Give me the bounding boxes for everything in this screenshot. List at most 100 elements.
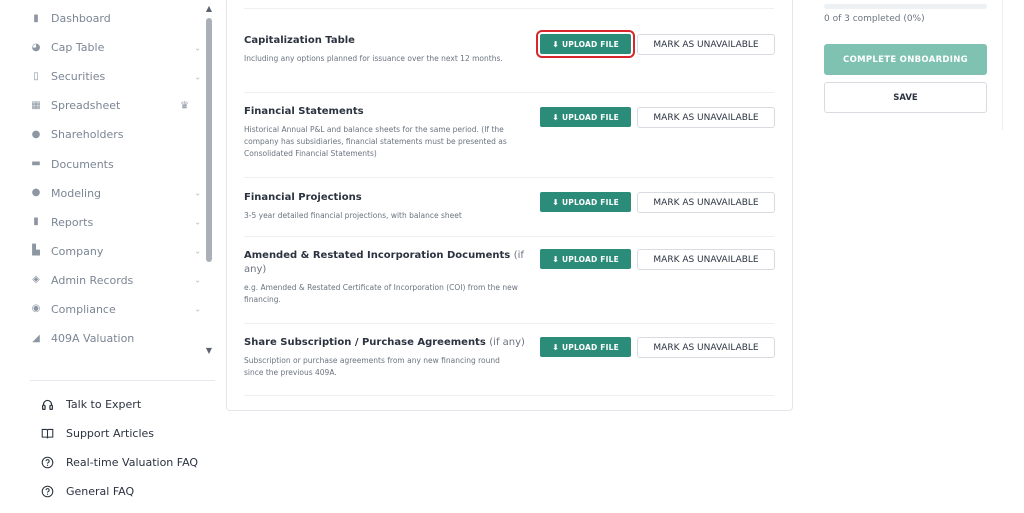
question-icon xyxy=(40,456,54,470)
upload-icon: ⬇ xyxy=(552,112,559,122)
sidebar-item-reports[interactable]: ▮ Reports ⌄ xyxy=(0,208,205,237)
mark-unavailable-button[interactable]: MARK AS UNAVAILABLE xyxy=(637,107,775,128)
chevron-down-icon: ⌄ xyxy=(194,43,201,53)
progress-bar xyxy=(824,4,987,9)
chevron-down-icon: ⌄ xyxy=(194,304,201,314)
dashboard-icon: ▮ xyxy=(33,12,39,24)
doc-row-separator-top xyxy=(244,0,774,9)
sidebar-item-shareholders[interactable]: ● Shareholders xyxy=(0,120,205,149)
sidebar-item-label: Spreadsheet xyxy=(51,99,121,113)
mark-unavailable-button[interactable]: MARK AS UNAVAILABLE xyxy=(637,192,775,213)
mark-unavailable-button[interactable]: MARK AS UNAVAILABLE xyxy=(637,34,775,55)
upload-file-button[interactable]: ⬇ UPLOAD FILE xyxy=(536,30,635,58)
sidebar-scrollbar[interactable]: ▲ ▼ xyxy=(204,4,214,356)
help-item-label: Real-time Valuation FAQ xyxy=(66,456,199,469)
building-icon: ▙ xyxy=(32,245,40,257)
sidebar-item-label: Company xyxy=(51,244,104,258)
document-description: 3-5 year detailed financial projections,… xyxy=(244,211,462,220)
sidebar-item-securities[interactable]: ▯ Securities ⌄ xyxy=(0,62,205,91)
sidebar-item-compliance[interactable]: ◉ Compliance ⌄ xyxy=(0,295,205,324)
document-row: Amended & Restated Incorporation Documen… xyxy=(244,237,775,324)
sidebar-item-documents[interactable]: ▬ Documents xyxy=(0,149,205,178)
sidebar-item-modeling[interactable]: ● Modeling ⌄ xyxy=(0,179,205,208)
help-item-label: Talk to Expert xyxy=(66,398,142,411)
sidebar-item-label: Shareholders xyxy=(51,128,124,142)
sidebar-item-label: Securities xyxy=(51,70,106,84)
help-item-label: General FAQ xyxy=(66,485,135,498)
spreadsheet-icon: ▦ xyxy=(31,99,41,111)
upload-file-button[interactable]: ⬇ UPLOAD FILE xyxy=(540,249,631,269)
mark-unavailable-button[interactable]: MARK AS UNAVAILABLE xyxy=(637,249,775,270)
sidebar-item-dashboard[interactable]: ▮ Dashboard xyxy=(0,4,205,33)
upload-label: UPLOAD FILE xyxy=(561,254,619,264)
chevron-down-icon: ⌄ xyxy=(194,188,201,198)
scroll-thumb[interactable] xyxy=(206,18,212,262)
onboarding-panel: 0 of 3 completed (0%) COMPLETE ONBOARDIN… xyxy=(810,0,1003,130)
mark-unavailable-button[interactable]: MARK AS UNAVAILABLE xyxy=(637,337,775,358)
sidebar-item-spreadsheet[interactable]: ▦ Spreadsheet ♛ xyxy=(0,91,205,120)
documents-card: Capitalization Table Including any optio… xyxy=(226,0,793,411)
sidebar-item-label: Compliance xyxy=(51,302,116,316)
document-description: Historical Annual P&L and balance sheets… xyxy=(244,125,507,158)
upload-file-button[interactable]: ⬇ UPLOAD FILE xyxy=(540,107,631,127)
folder-icon: ▬ xyxy=(31,158,41,170)
upload-label: UPLOAD FILE xyxy=(561,112,619,122)
headset-icon xyxy=(40,398,54,412)
help-item-general-faq[interactable]: General FAQ xyxy=(40,477,220,506)
scroll-down-arrow-icon[interactable]: ▼ xyxy=(204,346,214,356)
document-actions: ⬇ UPLOAD FILE MARK AS UNAVAILABLE xyxy=(540,107,775,128)
sidebar: ▮ Dashboard ◕ Cap Table ⌄ ▯ Securities ⌄… xyxy=(0,0,220,513)
chevron-down-icon: ⌄ xyxy=(194,275,201,285)
upload-icon: ⬇ xyxy=(552,342,559,352)
upload-label: UPLOAD FILE xyxy=(561,342,619,352)
sidebar-item-admin-records[interactable]: ◈ Admin Records ⌄ xyxy=(0,266,205,295)
document-title: Capitalization Table xyxy=(244,35,355,46)
sidebar-item-label: Reports xyxy=(51,215,94,229)
sidebar-item-409a-valuation[interactable]: ◢ 409A Valuation xyxy=(0,324,205,353)
document-row: Capitalization Table Including any optio… xyxy=(244,9,775,93)
upload-file-button[interactable]: ⬇ UPLOAD FILE xyxy=(540,337,631,357)
sidebar-item-label: 409A Valuation xyxy=(51,332,135,346)
document-description: Subscription or purchase agreements from… xyxy=(244,356,500,377)
question-icon xyxy=(40,485,54,499)
pie-chart-icon: ◕ xyxy=(31,41,41,53)
upload-label: UPLOAD FILE xyxy=(561,197,619,207)
complete-onboarding-button[interactable]: COMPLETE ONBOARDING xyxy=(824,44,987,75)
document-row: Financial Projections 3-5 year detailed … xyxy=(244,178,775,237)
document-title: Share Subscription / Purchase Agreements… xyxy=(244,337,525,348)
crown-icon: ♛ xyxy=(180,100,189,112)
document-title: Financial Statements xyxy=(244,106,364,117)
document-actions: ⬇ UPLOAD FILE MARK AS UNAVAILABLE xyxy=(540,337,775,358)
sidebar-item-cap-table[interactable]: ◕ Cap Table ⌄ xyxy=(0,33,205,62)
valuation-icon: ◢ xyxy=(32,332,40,344)
upload-icon: ⬇ xyxy=(552,254,559,264)
chevron-down-icon: ⌄ xyxy=(194,246,201,256)
chevron-down-icon: ⌄ xyxy=(194,72,201,82)
document-description: e.g. Amended & Restated Certificate of I… xyxy=(244,283,518,304)
sidebar-item-company[interactable]: ▙ Company ⌄ xyxy=(0,237,205,266)
save-button[interactable]: SAVE xyxy=(824,82,987,113)
upload-file-button[interactable]: ⬇ UPLOAD FILE xyxy=(540,192,631,212)
help-item-talk-to-expert[interactable]: Talk to Expert xyxy=(40,390,220,419)
upload-icon: ⬇ xyxy=(552,197,559,207)
report-icon: ▮ xyxy=(33,216,39,228)
help-item-label: Support Articles xyxy=(66,427,154,440)
book-icon xyxy=(40,427,54,441)
chevron-down-icon: ⌄ xyxy=(194,217,201,227)
document-row: Financial Statements Historical Annual P… xyxy=(244,93,775,178)
help-item-realtime-valuation-faq[interactable]: Real-time Valuation FAQ xyxy=(40,448,220,477)
progress-text: 0 of 3 completed (0%) xyxy=(824,14,925,24)
sidebar-nav: ▮ Dashboard ◕ Cap Table ⌄ ▯ Securities ⌄… xyxy=(0,4,205,353)
upload-label: UPLOAD FILE xyxy=(561,39,619,49)
help-links: Talk to Expert Support Articles Real-tim… xyxy=(40,390,220,506)
person-icon: ● xyxy=(31,128,41,140)
help-item-support-articles[interactable]: Support Articles xyxy=(40,419,220,448)
shield-icon: ◉ xyxy=(31,303,41,315)
sidebar-item-label: Admin Records xyxy=(51,273,134,287)
scroll-up-arrow-icon[interactable]: ▲ xyxy=(204,4,214,14)
document-title: Amended & Restated Incorporation Documen… xyxy=(244,250,524,275)
lightbulb-icon: ● xyxy=(31,187,41,199)
upload-icon: ⬇ xyxy=(552,39,559,49)
sidebar-item-label: Documents xyxy=(51,157,114,171)
document-description: Including any options planned for issuan… xyxy=(244,54,503,63)
